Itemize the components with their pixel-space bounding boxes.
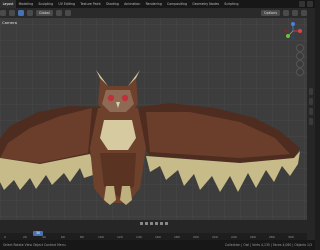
next-keyframe-icon[interactable] — [159, 221, 163, 225]
viewport-camera-label: Camera — [2, 20, 17, 25]
timeline-ruler[interactable]: 0 20 40 60 80 100 120 140 160 180 200 22… — [0, 233, 307, 240]
gizmo-neg-x — [284, 29, 288, 33]
scene-selector-button[interactable] — [299, 1, 305, 7]
sidebar-tab-view[interactable] — [309, 108, 313, 115]
frame-tick: 120 — [117, 234, 123, 239]
frame-tick: 60 — [61, 234, 65, 239]
sidebar-tabs — [307, 8, 315, 240]
transform-orientation-dropdown[interactable]: Global — [36, 10, 53, 16]
owl-face — [102, 90, 134, 112]
status-bar: Select Rotate View Object Context Menu C… — [0, 240, 315, 250]
top-menu-bar: Layout Modeling Sculpting UV Editing Tex… — [0, 0, 315, 8]
snap-toggle[interactable] — [55, 10, 62, 16]
workspace-tab-uv-editing[interactable]: UV Editing — [56, 0, 78, 8]
prev-keyframe-icon[interactable] — [144, 221, 148, 225]
gizmo-x-axis — [298, 29, 302, 33]
frame-tick: 280 — [269, 234, 275, 239]
frame-tick: 220 — [212, 234, 218, 239]
frame-tick: 180 — [174, 234, 180, 239]
owl-eye-left — [107, 94, 115, 102]
frame-tick: 300 — [288, 234, 294, 239]
object-mode-button[interactable] — [9, 10, 15, 16]
status-hints: Select Rotate View Object Context Menu — [3, 243, 66, 247]
play-icon[interactable] — [154, 221, 158, 225]
scene-statistics: Collection | Owl | Verts 4,135 | Faces 4… — [225, 243, 312, 247]
owl-eye-right — [121, 94, 129, 102]
frame-tick: 20 — [23, 234, 27, 239]
sidebar-tab-edit[interactable] — [309, 118, 313, 125]
zoom-button[interactable] — [296, 44, 304, 52]
editor-type-button[interactable] — [0, 10, 6, 16]
window-controls — [299, 1, 313, 7]
gizmo-z-axis — [291, 22, 295, 26]
pan-button[interactable] — [296, 52, 304, 60]
workspace-tab-modeling[interactable]: Modeling — [16, 0, 36, 8]
options-dropdown[interactable]: Options — [260, 10, 280, 16]
play-reverse-icon[interactable] — [149, 221, 153, 225]
navigation-gizmo[interactable] — [283, 21, 303, 41]
frame-tick: 140 — [136, 234, 142, 239]
workspace-tab-rendering[interactable]: Rendering — [143, 0, 164, 8]
workspace-tab-geometry-nodes[interactable]: Geometry Nodes — [190, 0, 222, 8]
workspace-tab-animation[interactable]: Animation — [122, 0, 143, 8]
proportional-edit-toggle[interactable] — [64, 10, 71, 16]
select-tool-button[interactable] — [18, 10, 24, 16]
overlay-toggle[interactable] — [283, 10, 289, 16]
sidebar-tab-tool[interactable] — [309, 98, 313, 105]
owl-belly — [100, 120, 136, 150]
workspace-tab-sculpting[interactable]: Sculpting — [36, 0, 56, 8]
right-wing-shade — [146, 112, 290, 158]
frame-tick: 260 — [250, 234, 256, 239]
timeline-editor[interactable]: 0 20 40 60 80 100 120 140 160 180 200 22… — [0, 220, 307, 240]
perspective-toggle[interactable] — [296, 68, 304, 76]
frame-tick: 80 — [80, 234, 84, 239]
gizmo-neg-z — [291, 36, 295, 40]
3d-viewport[interactable] — [0, 8, 307, 240]
frame-tick: 200 — [193, 234, 199, 239]
shading-solid-button[interactable] — [292, 10, 298, 16]
viewport-header: Global Options — [0, 8, 307, 18]
move-tool-button[interactable] — [27, 10, 33, 16]
playhead-current-frame[interactable]: 30 — [33, 231, 43, 236]
owl-model — [0, 70, 300, 205]
sidebar-tab-item[interactable] — [309, 88, 313, 95]
workspace-tab-layout[interactable]: Layout — [0, 0, 17, 8]
workspace-tab-compositing[interactable]: Compositing — [164, 0, 189, 8]
jump-end-icon[interactable] — [164, 221, 168, 225]
frame-tick: 160 — [155, 234, 161, 239]
workspace-tab-texture-paint[interactable]: Texture Paint — [78, 0, 104, 8]
frame-tick: 240 — [231, 234, 237, 239]
gizmo-y-axis — [286, 34, 290, 38]
workspace-tab-scripting[interactable]: Scripting — [222, 0, 241, 8]
camera-view-button[interactable] — [296, 60, 304, 68]
workspace-tab-shading[interactable]: Shading — [103, 0, 121, 8]
playback-controls — [0, 220, 307, 226]
jump-start-icon[interactable] — [139, 221, 143, 225]
frame-tick: 0 — [4, 234, 6, 239]
frame-tick: 100 — [98, 234, 104, 239]
view-layer-button[interactable] — [307, 1, 313, 7]
